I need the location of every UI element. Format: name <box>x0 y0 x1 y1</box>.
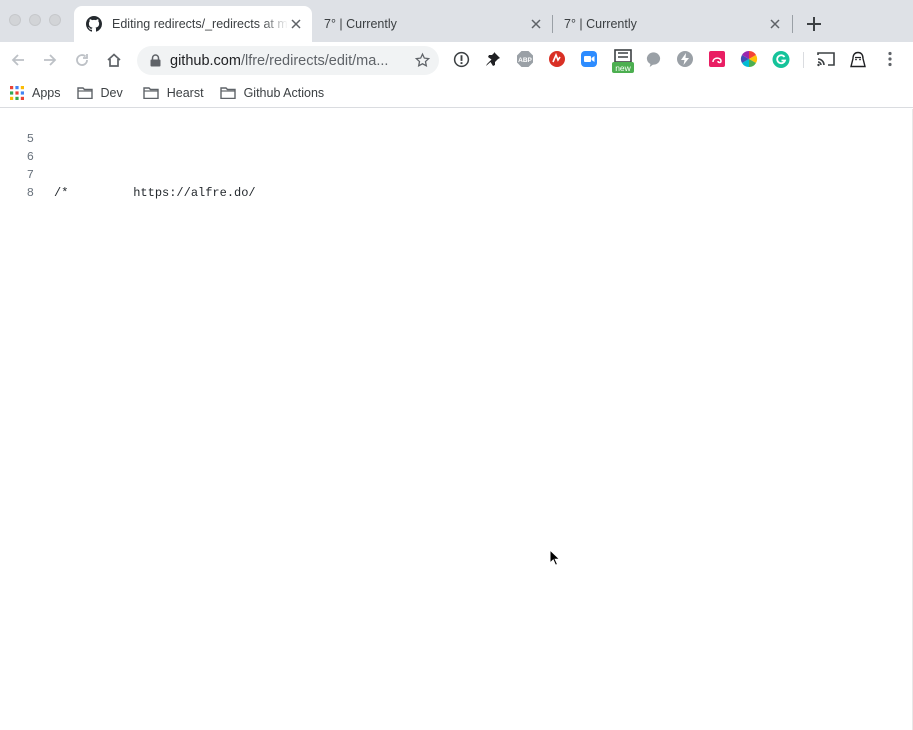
bookmark-apps[interactable]: Apps <box>4 81 67 105</box>
arrow-left-icon <box>11 54 24 66</box>
reload-icon <box>76 54 88 66</box>
tab-currently-2[interactable]: 7° | Currently <box>552 6 791 42</box>
bookmark-label: Dev <box>100 85 123 100</box>
new-ext-icon[interactable]: new <box>612 48 634 74</box>
red-ext-icon[interactable] <box>548 50 566 68</box>
grammarly-icon[interactable] <box>772 50 790 68</box>
zoom-icon[interactable] <box>580 50 598 68</box>
close-icon[interactable] <box>288 16 304 32</box>
pink-ext-icon[interactable] <box>708 50 726 68</box>
url-path: /lfre/redirects/edit/ma... <box>240 52 389 69</box>
home-button[interactable] <box>104 50 124 70</box>
new-tab-button[interactable] <box>804 14 824 34</box>
bookmarks-bar: Apps Dev Hearst Github Actions <box>0 78 913 108</box>
github-icon <box>86 16 102 32</box>
toolbar-separator <box>803 52 804 68</box>
bookmark-folder-dev[interactable]: Dev <box>71 81 129 105</box>
tab-currently-1[interactable]: 7° | Currently <box>312 6 552 42</box>
abp-icon[interactable]: ABP <box>516 50 534 68</box>
color-wheel-icon[interactable] <box>740 50 758 68</box>
bolt-icon[interactable] <box>676 50 694 68</box>
new-badge: new <box>615 63 631 73</box>
code-line[interactable]: 8 <box>0 166 900 200</box>
chat-bubble-icon[interactable] <box>644 50 662 68</box>
window-maximize-button[interactable] <box>49 14 61 26</box>
bookmark-label: Github Actions <box>243 85 325 100</box>
home-icon <box>107 53 121 67</box>
browser-toolbar: github.com/lfre/redirects/edit/ma... ABP… <box>0 42 913 78</box>
window-close-button[interactable] <box>9 14 21 26</box>
menu-icon[interactable] <box>881 50 899 68</box>
apps-grid-icon <box>10 85 24 100</box>
back-button[interactable] <box>8 50 28 70</box>
forward-button[interactable] <box>40 50 60 70</box>
folder-icon <box>219 87 236 99</box>
code-editor[interactable]: 5 6 7 /* https://alfre.do/ 8 <box>0 109 913 730</box>
bookmark-label: Apps <box>32 85 61 100</box>
code-line[interactable]: 7 /* https://alfre.do/ <box>0 148 900 200</box>
folder-icon <box>143 87 159 99</box>
folder-icon <box>76 87 93 99</box>
code-line[interactable]: 5 <box>0 112 900 146</box>
address-bar[interactable]: github.com/lfre/redirects/edit/ma... <box>137 46 439 75</box>
profile-icon[interactable] <box>849 50 867 68</box>
plus-icon <box>807 17 821 31</box>
info-icon[interactable] <box>452 50 470 68</box>
reload-button[interactable] <box>72 50 92 70</box>
cast-icon[interactable] <box>817 50 835 68</box>
tab-title: 7° | Currently <box>324 17 397 31</box>
svg-text:ABP: ABP <box>518 57 532 64</box>
close-icon[interactable] <box>528 16 544 32</box>
bookmark-folder-github-actions[interactable]: Github Actions <box>214 81 331 105</box>
code-line[interactable]: 6 <box>0 130 900 164</box>
line-text[interactable]: /* https://alfre.do/ <box>54 184 256 202</box>
bookmark-folder-hearst[interactable]: Hearst <box>137 81 210 105</box>
tab-separator <box>792 15 793 33</box>
tab-github-editing[interactable]: Editing redirects/_redirects at master <box>74 6 312 42</box>
url-host: github.com <box>170 52 241 69</box>
lock-icon[interactable] <box>147 53 163 69</box>
tab-title: Editing redirects/_redirects at master <box>112 17 288 31</box>
tab-title: 7° | Currently <box>564 17 637 31</box>
mouse-cursor-icon <box>549 549 561 566</box>
bookmark-star-icon[interactable] <box>414 52 431 69</box>
window-minimize-button[interactable] <box>29 14 41 26</box>
pin-icon[interactable] <box>484 50 502 68</box>
tab-strip: Editing redirects/_redirects at master 7… <box>0 0 913 42</box>
close-icon[interactable] <box>767 16 783 32</box>
bookmark-label: Hearst <box>166 85 204 100</box>
arrow-right-icon <box>44 54 57 66</box>
line-number: 8 <box>26 186 34 200</box>
url-text[interactable]: github.com/lfre/redirects/edit/ma... <box>170 53 400 69</box>
